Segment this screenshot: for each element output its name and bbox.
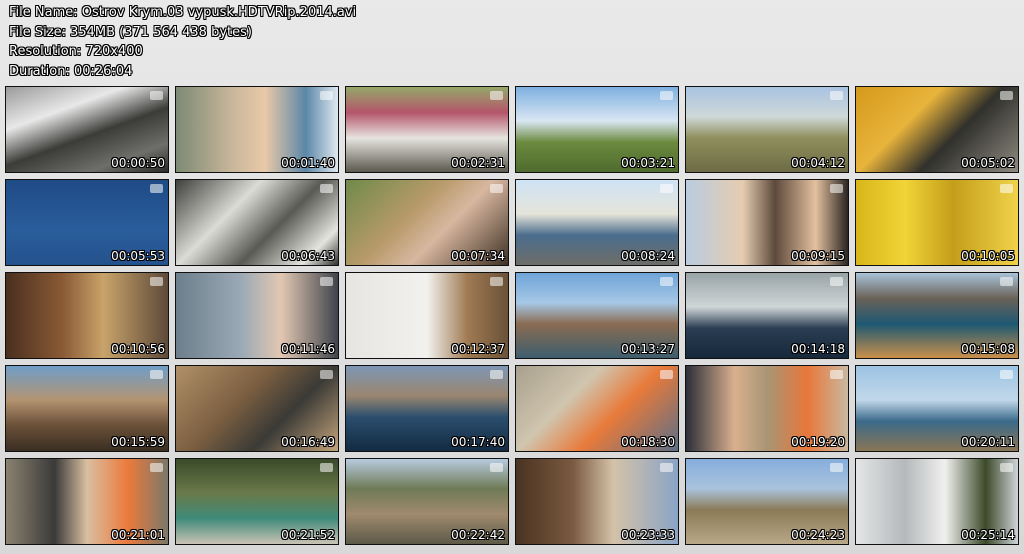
video-thumbnail[interactable]: 00:12:37 [345, 272, 509, 359]
timestamp-label: 00:18:30 [621, 435, 675, 449]
video-thumbnail[interactable]: 00:10:05 [855, 179, 1019, 266]
video-thumbnail[interactable]: 00:00:50 [5, 86, 169, 173]
channel-logo-icon [490, 184, 503, 193]
channel-logo-icon [320, 370, 333, 379]
timestamp-label: 00:03:21 [621, 156, 675, 170]
channel-logo-icon [1000, 277, 1013, 286]
channel-logo-icon [320, 91, 333, 100]
channel-logo-icon [320, 184, 333, 193]
channel-logo-icon [660, 463, 673, 472]
channel-logo-icon [830, 91, 843, 100]
video-thumbnail[interactable]: 00:06:43 [175, 179, 339, 266]
timestamp-label: 00:08:24 [621, 249, 675, 263]
timestamp-label: 00:06:43 [281, 249, 335, 263]
video-thumbnail[interactable]: 00:14:18 [685, 272, 849, 359]
thumbnail-grid: 00:00:50 00:01:40 00:02:31 00:03:21 00:04:12… [5, 86, 1020, 545]
video-thumbnail[interactable]: 00:07:34 [345, 179, 509, 266]
video-thumbnail[interactable]: 00:02:31 [345, 86, 509, 173]
timestamp-label: 00:01:40 [281, 156, 335, 170]
channel-logo-icon [150, 277, 163, 286]
channel-logo-icon [490, 370, 503, 379]
resolution-line: Resolution: 720x400 [9, 44, 143, 59]
channel-logo-icon [150, 91, 163, 100]
timestamp-label: 00:25:14 [961, 528, 1015, 542]
timestamp-label: 00:17:40 [451, 435, 505, 449]
duration-line: Duration: 00:26:04 [9, 63, 133, 79]
video-thumbnail[interactable]: 00:25:14 [855, 458, 1019, 545]
video-thumbnail[interactable]: 00:10:56 [5, 272, 169, 359]
video-thumbnail[interactable]: 00:16:49 [175, 365, 339, 452]
channel-logo-icon [150, 463, 163, 472]
channel-logo-icon [490, 463, 503, 472]
timestamp-label: 00:04:12 [791, 156, 845, 170]
timestamp-label: 00:05:53 [111, 249, 165, 263]
channel-logo-icon [320, 463, 333, 472]
timestamp-label: 00:14:18 [791, 342, 845, 356]
channel-logo-icon [1000, 463, 1013, 472]
file-info: File Name: Ostrov Krym.03 vypusk.HDTVRip… [9, 3, 356, 81]
timestamp-label: 00:20:11 [961, 435, 1015, 449]
timestamp-label: 00:23:33 [621, 528, 675, 542]
timestamp-label: 00:24:23 [791, 528, 845, 542]
video-thumbnail[interactable]: 00:19:20 [685, 365, 849, 452]
file-size-line: File Size: 354MB (371 564 438 bytes) [9, 24, 252, 40]
timestamp-label: 00:21:52 [281, 528, 335, 542]
channel-logo-icon [830, 184, 843, 193]
video-thumbnail[interactable]: 00:11:46 [175, 272, 339, 359]
video-thumbnail[interactable]: 00:24:23 [685, 458, 849, 545]
timestamp-label: 00:10:56 [111, 342, 165, 356]
channel-logo-icon [490, 91, 503, 100]
timestamp-label: 00:00:50 [111, 156, 165, 170]
timestamp-label: 00:13:27 [621, 342, 675, 356]
channel-logo-icon [660, 370, 673, 379]
video-thumbnail[interactable]: 00:13:27 [515, 272, 679, 359]
video-thumbnail[interactable]: 00:15:59 [5, 365, 169, 452]
channel-logo-icon [320, 277, 333, 286]
video-thumbnail[interactable]: 00:22:42 [345, 458, 509, 545]
video-thumbnail[interactable]: 00:23:33 [515, 458, 679, 545]
timestamp-label: 00:12:37 [451, 342, 505, 356]
channel-logo-icon [660, 277, 673, 286]
video-thumbnail[interactable]: 00:05:02 [855, 86, 1019, 173]
channel-logo-icon [1000, 184, 1013, 193]
timestamp-label: 00:15:59 [111, 435, 165, 449]
channel-logo-icon [490, 277, 503, 286]
channel-logo-icon [1000, 370, 1013, 379]
video-thumbnail[interactable]: 00:04:12 [685, 86, 849, 173]
channel-logo-icon [660, 91, 673, 100]
timestamp-label: 00:05:02 [961, 156, 1015, 170]
video-thumbnail[interactable]: 00:01:40 [175, 86, 339, 173]
video-thumbnail[interactable]: 00:09:15 [685, 179, 849, 266]
channel-logo-icon [150, 184, 163, 193]
video-thumbnail[interactable]: 00:21:52 [175, 458, 339, 545]
timestamp-label: 00:10:05 [961, 249, 1015, 263]
video-thumbnail[interactable]: 00:15:08 [855, 272, 1019, 359]
timestamp-label: 00:16:49 [281, 435, 335, 449]
timestamp-label: 00:22:42 [451, 528, 505, 542]
timestamp-label: 00:02:31 [451, 156, 505, 170]
video-thumbnail[interactable]: 00:20:11 [855, 365, 1019, 452]
video-thumbnail[interactable]: 00:03:21 [515, 86, 679, 173]
channel-logo-icon [830, 370, 843, 379]
timestamp-label: 00:15:08 [961, 342, 1015, 356]
timestamp-label: 00:07:34 [451, 249, 505, 263]
video-thumbnail[interactable]: 00:18:30 [515, 365, 679, 452]
video-thumbnail[interactable]: 00:08:24 [515, 179, 679, 266]
channel-logo-icon [830, 277, 843, 286]
file-name-line: File Name: Ostrov Krym.03 vypusk.HDTVRip… [9, 5, 357, 20]
timestamp-label: 00:09:15 [791, 249, 845, 263]
channel-logo-icon [150, 370, 163, 379]
channel-logo-icon [830, 463, 843, 472]
timestamp-label: 00:21:01 [111, 528, 165, 542]
video-thumbnail[interactable]: 00:05:53 [5, 179, 169, 266]
channel-logo-icon [1000, 91, 1013, 100]
video-thumbnail[interactable]: 00:21:01 [5, 458, 169, 545]
video-thumbnail[interactable]: 00:17:40 [345, 365, 509, 452]
channel-logo-icon [660, 184, 673, 193]
timestamp-label: 00:19:20 [791, 435, 845, 449]
timestamp-label: 00:11:46 [281, 342, 335, 356]
